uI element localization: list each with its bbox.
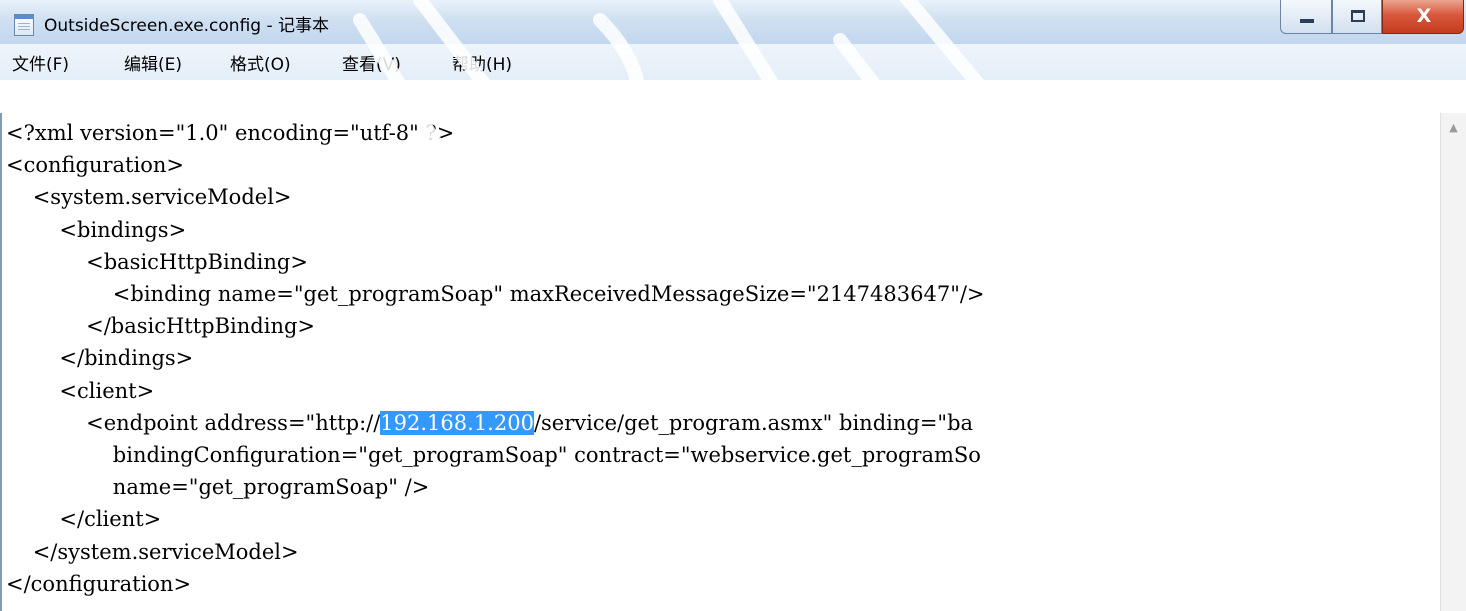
editor-text: <?xml version="1.0" encoding="utf-8" ?> … (6, 117, 1440, 600)
editor-line: <bindings> (6, 217, 187, 242)
notepad-window: OutsideScreen.exe.config - 记事本 X 文件(F) 编… (0, 0, 1466, 611)
editor-line: </system.serviceModel> (6, 539, 299, 564)
close-icon: X (1416, 5, 1432, 27)
editor-line: bindingConfiguration="get_programSoap" c… (6, 443, 981, 468)
title-bar[interactable]: OutsideScreen.exe.config - 记事本 X (0, 0, 1466, 45)
maximize-button[interactable] (1332, 0, 1382, 34)
selected-ip-address[interactable]: 192.168.1.200 (380, 410, 534, 435)
editor-line: <basicHttpBinding> (6, 249, 308, 274)
close-button[interactable]: X (1382, 0, 1464, 34)
editor-line: </basicHttpBinding> (6, 314, 316, 339)
editor-line: name="get_programSoap" /> (6, 475, 430, 500)
text-editor[interactable]: <?xml version="1.0" encoding="utf-8" ?> … (0, 113, 1440, 611)
window-title: OutsideScreen.exe.config - 记事本 (44, 16, 330, 36)
editor-line: </bindings> (6, 346, 194, 371)
editor-line: <?xml version="1.0" encoding="utf-8" ?> (6, 121, 455, 145)
editor-line: <configuration> (6, 153, 184, 178)
editor-line-tail: /service/get_program.asmx" binding="ba (533, 410, 974, 435)
caption-buttons: X (1280, 0, 1466, 36)
editor-line: </client> (6, 507, 162, 532)
menu-edit[interactable]: 编辑(E) (124, 50, 182, 75)
menu-view[interactable]: 查看(V) (342, 50, 401, 75)
minimize-button[interactable] (1280, 0, 1332, 34)
menu-bar: 文件(F) 编辑(E) 格式(O) 查看(V) 帮助(H) (0, 44, 1466, 80)
notepad-icon[interactable] (14, 14, 34, 36)
menu-format[interactable]: 格式(O) (230, 50, 291, 75)
scroll-up-arrow-icon[interactable]: ▲ (1441, 113, 1466, 143)
vertical-scrollbar[interactable]: ▲ (1440, 113, 1466, 611)
minimize-icon (1300, 19, 1314, 23)
editor-line: <system.serviceModel> (6, 185, 292, 210)
editor-line: <client> (6, 378, 155, 403)
editor-line: <endpoint address="http:// (6, 410, 381, 435)
editor-line: <binding name="get_programSoap" maxRecei… (6, 282, 985, 307)
editor-line: </configuration> (6, 571, 192, 596)
menu-help[interactable]: 帮助(H) (452, 50, 512, 75)
menu-file[interactable]: 文件(F) (12, 50, 69, 75)
maximize-icon (1351, 10, 1365, 22)
